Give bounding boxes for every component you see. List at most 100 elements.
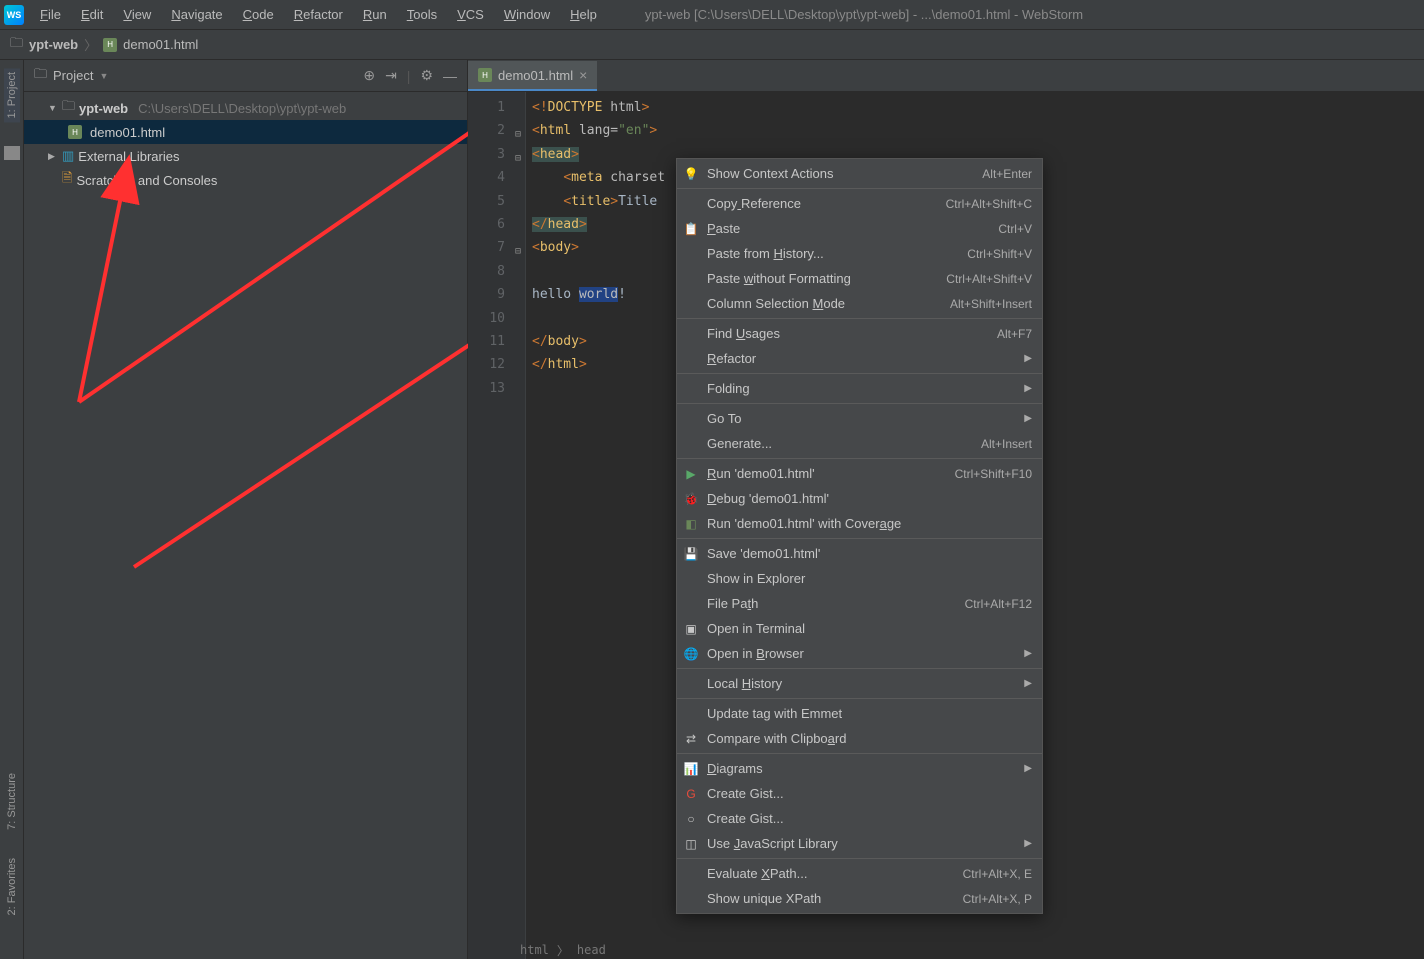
expand-arrow-icon[interactable]: ▶ xyxy=(48,151,58,162)
ctx-column-selection-mode[interactable]: Column Selection Mode Alt+Shift+Insert xyxy=(677,291,1042,316)
ctx-copy-reference[interactable]: Copy ReferenceCtrl+Alt+Shift+C xyxy=(677,191,1042,216)
bc-html[interactable]: html xyxy=(520,943,549,957)
menu-shortcut: Alt+Insert xyxy=(981,437,1032,451)
menu-item-icon: ◧ xyxy=(683,516,699,532)
file-label: demo01.html xyxy=(90,125,165,140)
code-line[interactable]: <!DOCTYPE html> xyxy=(532,96,1418,119)
ctx-debug-demo01-html[interactable]: 🐞Debug 'demo01.html' xyxy=(677,486,1042,511)
ctx-find-usages[interactable]: Find UsagesAlt+F7 xyxy=(677,321,1042,346)
main-menu: FileEditViewNavigateCodeRefactorRunTools… xyxy=(32,3,605,26)
menu-separator xyxy=(677,753,1042,754)
menu-item-label: Go To xyxy=(707,411,741,426)
panel-title-label[interactable]: Project xyxy=(53,68,93,83)
line-number: 8 xyxy=(468,260,525,283)
line-number: 1 xyxy=(468,96,525,119)
menu-vcs[interactable]: VCS xyxy=(449,3,492,26)
menu-item-label: Use JavaScript Library xyxy=(707,836,838,851)
menu-run[interactable]: Run xyxy=(355,3,395,26)
ctx-evaluate-xpath[interactable]: Evaluate XPath...Ctrl+Alt+X, E xyxy=(677,861,1042,886)
menu-item-label: Local History xyxy=(707,676,782,691)
tab-structure[interactable]: 7: Structure xyxy=(4,769,20,834)
ctx-paste-without-formatting[interactable]: Paste without FormattingCtrl+Alt+Shift+V xyxy=(677,266,1042,291)
ctx-generate[interactable]: Generate...Alt+Insert xyxy=(677,431,1042,456)
line-number: 5 xyxy=(468,190,525,213)
html-file-icon: H xyxy=(478,68,492,82)
ctx-show-in-explorer[interactable]: Show in Explorer xyxy=(677,566,1042,591)
menu-navigate[interactable]: Navigate xyxy=(163,3,230,26)
target-icon[interactable]: ⊕ xyxy=(363,67,375,84)
ctx-paste[interactable]: 📋PasteCtrl+V xyxy=(677,216,1042,241)
code-line[interactable]: <html lang="en"> xyxy=(532,119,1418,142)
menu-separator xyxy=(677,458,1042,459)
ctx-update-tag-with-emmet[interactable]: Update tag with Emmet xyxy=(677,701,1042,726)
menu-window[interactable]: Window xyxy=(496,3,558,26)
ctx-show-context-actions[interactable]: 💡Show Context ActionsAlt+Enter xyxy=(677,161,1042,186)
tree-external-libraries[interactable]: ▶ ▥ External Libraries xyxy=(24,144,467,168)
menu-edit[interactable]: Edit xyxy=(73,3,111,26)
breadcrumb-file[interactable]: demo01.html xyxy=(123,37,198,52)
line-number: 13 xyxy=(468,377,525,400)
menu-file[interactable]: File xyxy=(32,3,69,26)
submenu-arrow-icon: ▶ xyxy=(1024,763,1032,774)
menu-item-icon: ⇄ xyxy=(683,731,699,747)
ctx-show-unique-xpath[interactable]: Show unique XPathCtrl+Alt+X, P xyxy=(677,886,1042,911)
ctx-create-gist[interactable]: GCreate Gist... xyxy=(677,781,1042,806)
expand-arrow-icon[interactable]: ▼ xyxy=(48,103,58,113)
menu-help[interactable]: Help xyxy=(562,3,605,26)
ctx-open-in-terminal[interactable]: ▣Open in Terminal xyxy=(677,616,1042,641)
ctx-paste-from-history[interactable]: Paste from History...Ctrl+Shift+V xyxy=(677,241,1042,266)
ctx-run-demo01-html[interactable]: ▶Run 'demo01.html'Ctrl+Shift+F10 xyxy=(677,461,1042,486)
context-menu: 💡Show Context ActionsAlt+Enter Copy Refer… xyxy=(676,158,1043,914)
ctx-create-gist[interactable]: ○Create Gist... xyxy=(677,806,1042,831)
collapse-icon[interactable]: ⇥ xyxy=(385,67,397,84)
tree-root[interactable]: ▼ 🗀 ypt-web C:\Users\DELL\Desktop\ypt\yp… xyxy=(24,96,467,120)
gear-icon[interactable]: ⚙ xyxy=(420,67,433,84)
minimize-icon[interactable]: — xyxy=(443,68,457,84)
ctx-local-history[interactable]: Local History▶ xyxy=(677,671,1042,696)
bc-head[interactable]: head xyxy=(577,943,606,957)
gutter: 12⊟3⊟4567⊟8910111213 xyxy=(468,92,526,959)
strip-icon xyxy=(4,146,20,160)
ctx-save-demo01-html[interactable]: 💾Save 'demo01.html' xyxy=(677,541,1042,566)
chevron-down-icon[interactable]: ▼ xyxy=(99,71,108,81)
ctx-use-javascript-library[interactable]: ◫Use JavaScript Library▶ xyxy=(677,831,1042,856)
folder-icon: 🗀 xyxy=(62,97,75,119)
tab-favorites[interactable]: 2: Favorites xyxy=(4,854,20,919)
breadcrumb: 🗀 ypt-web 〉 H demo01.html xyxy=(0,30,1424,60)
menu-code[interactable]: Code xyxy=(235,3,282,26)
ctx-run-demo01-html-with-coverage[interactable]: ◧Run 'demo01.html' with Coverage xyxy=(677,511,1042,536)
breadcrumb-separator: 〉 xyxy=(84,35,97,54)
menu-item-label: Update tag with Emmet xyxy=(707,706,842,721)
menu-shortcut: Ctrl+Alt+F12 xyxy=(965,597,1032,611)
ctx-folding[interactable]: Folding▶ xyxy=(677,376,1042,401)
menu-shortcut: Alt+Shift+Insert xyxy=(950,297,1032,311)
menu-tools[interactable]: Tools xyxy=(399,3,445,26)
close-icon[interactable]: × xyxy=(579,67,587,83)
menu-refactor[interactable]: Refactor xyxy=(286,3,351,26)
tab-project[interactable]: 1: Project xyxy=(4,68,20,122)
editor-tab-demo01[interactable]: H demo01.html × xyxy=(468,61,597,91)
breadcrumb-project[interactable]: ypt-web xyxy=(29,37,78,52)
submenu-arrow-icon: ▶ xyxy=(1024,383,1032,394)
menu-item-label: Evaluate XPath... xyxy=(707,866,807,881)
submenu-arrow-icon: ▶ xyxy=(1024,353,1032,364)
ctx-compare-with-clipboard[interactable]: ⇄Compare with Clipboard xyxy=(677,726,1042,751)
ctx-refactor[interactable]: Refactor▶ xyxy=(677,346,1042,371)
menu-view[interactable]: View xyxy=(115,3,159,26)
menu-item-icon: 🌐 xyxy=(683,646,699,662)
ctx-open-in-browser[interactable]: 🌐Open in Browser▶ xyxy=(677,641,1042,666)
menu-item-icon: ▶ xyxy=(683,466,699,482)
menu-item-icon: 🐞 xyxy=(683,491,699,507)
ctx-diagrams[interactable]: 📊Diagrams▶ xyxy=(677,756,1042,781)
ctx-go-to[interactable]: Go To▶ xyxy=(677,406,1042,431)
ctx-file-path[interactable]: File PathCtrl+Alt+F12 xyxy=(677,591,1042,616)
tree-scratches[interactable]: 🗎 Scratches and Consoles xyxy=(24,168,467,192)
tree-file-demo01[interactable]: H demo01.html xyxy=(24,120,467,144)
menu-item-label: Create Gist... xyxy=(707,811,784,826)
project-panel: 🗀 Project ▼ ⊕ ⇥ | ⚙ — ▼ 🗀 ypt-web C:\Use… xyxy=(24,60,468,959)
line-number: 2⊟ xyxy=(468,119,525,142)
menu-item-label: Paste from History... xyxy=(707,246,824,261)
menu-item-label: Column Selection Mode xyxy=(707,296,845,311)
menu-shortcut: Alt+F7 xyxy=(997,327,1032,341)
submenu-arrow-icon: ▶ xyxy=(1024,838,1032,849)
